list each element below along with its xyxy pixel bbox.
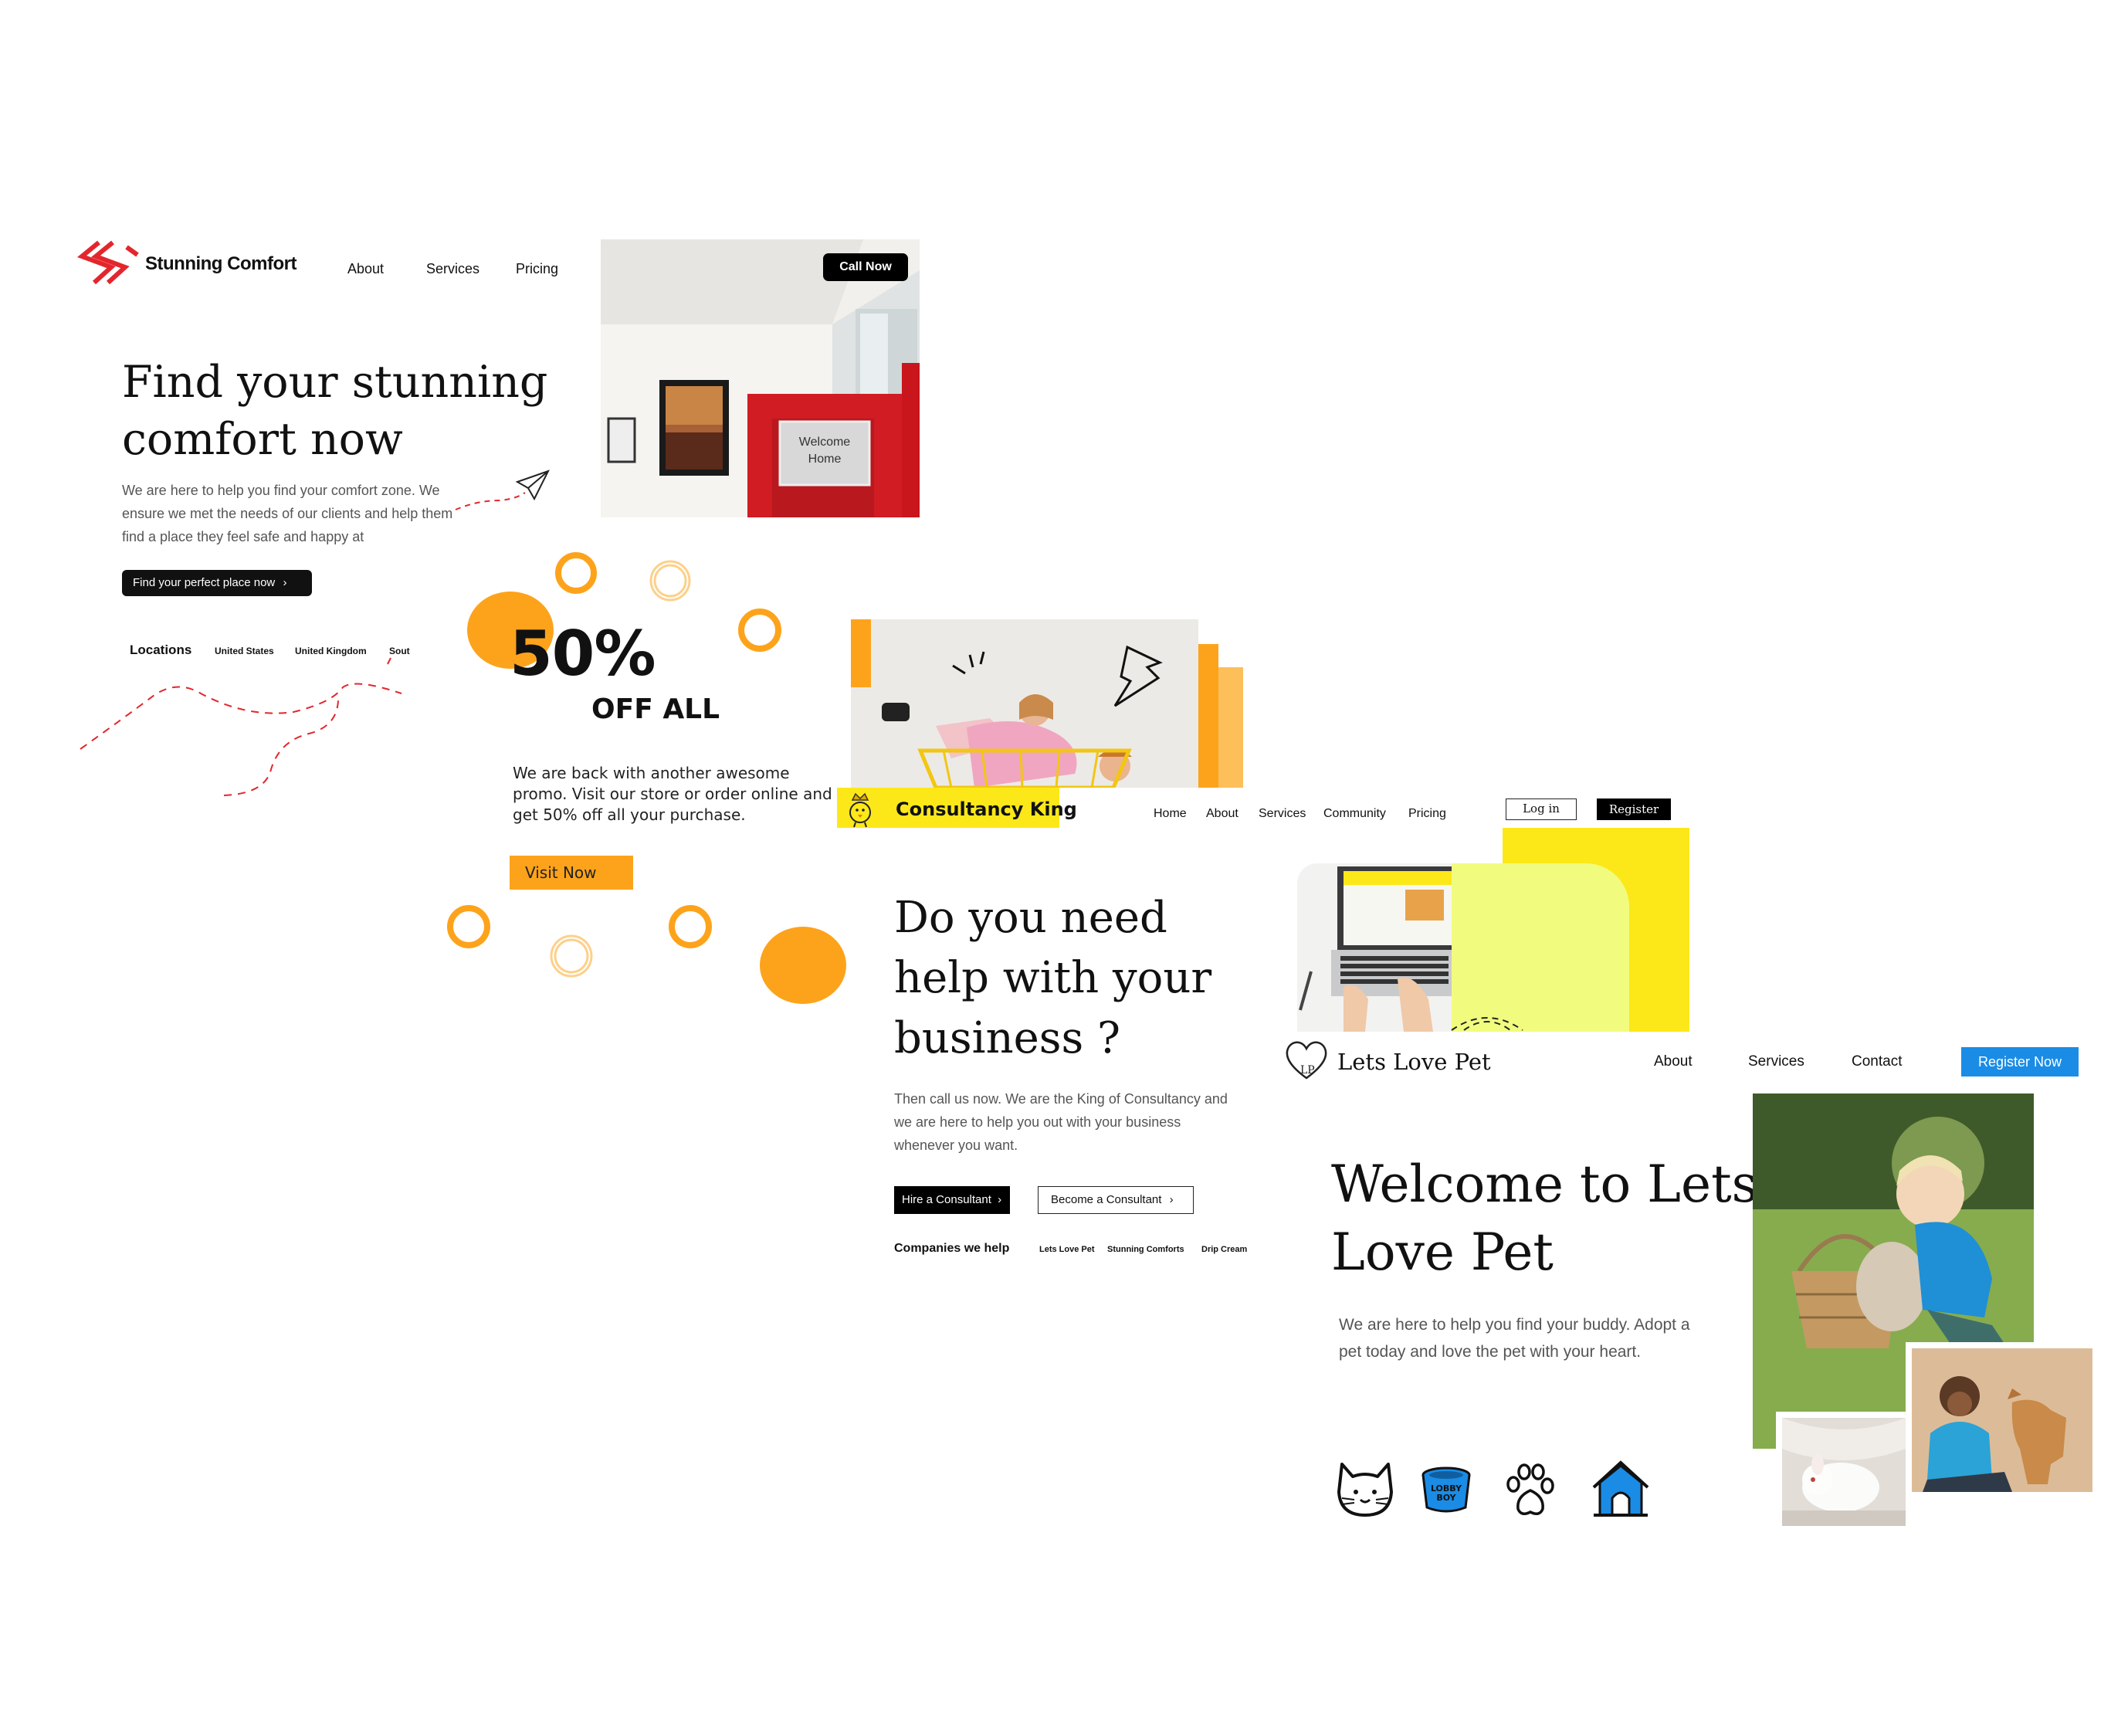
orange-accent-bar-light	[1218, 667, 1243, 788]
company-lets-love-pet[interactable]: Lets Love Pet	[1039, 1245, 1095, 1254]
hero-title: Do you need help with your business ?	[894, 893, 1212, 1063]
route-map-dashes	[80, 657, 402, 796]
location-south[interactable]: Sout	[389, 646, 410, 656]
cat-icon	[1337, 1463, 1393, 1517]
paw-icon	[1506, 1463, 1554, 1515]
nav-home[interactable]: Home	[1154, 807, 1187, 821]
brand-name[interactable]: Stunning Comfort	[145, 253, 296, 275]
welcome-home-sign: Welcome Home	[798, 436, 851, 466]
orange-accent-bar	[1198, 644, 1218, 788]
become-consultant-label: Become a Consultant	[1051, 1193, 1162, 1206]
chevron-right-icon: ›	[1169, 1193, 1174, 1206]
rabbit-photo	[1776, 1412, 1906, 1526]
hero-description: We are here to help you find your comfor…	[122, 483, 453, 544]
promo-discount: 50%	[510, 618, 656, 690]
nav-pricing[interactable]: Pricing	[1408, 807, 1446, 821]
hero-title: Find your stunning comfort now	[122, 357, 548, 465]
companies-label: Companies we help	[894, 1242, 1010, 1255]
location-united-kingdom[interactable]: United Kingdom	[295, 646, 367, 656]
chevron-right-icon: ›	[283, 576, 287, 589]
company-drip-cream[interactable]: Drip Cream	[1201, 1245, 1247, 1254]
nav-pricing[interactable]: Pricing	[516, 261, 558, 277]
hero-description: Then call us now. We are the King of Con…	[894, 1091, 1228, 1153]
register-now-button[interactable]: Register Now	[1961, 1047, 2079, 1077]
stunning-comfort-logo-icon[interactable]	[77, 239, 142, 286]
nav-about[interactable]: About	[1654, 1053, 1693, 1070]
brand-name[interactable]: Consultancy King	[896, 798, 1077, 820]
brand-name[interactable]: Lets Love Pet	[1337, 1049, 1491, 1075]
nav-about[interactable]: About	[1206, 807, 1238, 821]
dashed-arc	[1451, 1017, 1523, 1031]
promo-description: We are back with another awesome promo. …	[513, 764, 832, 824]
dog-house-icon	[1592, 1460, 1649, 1517]
find-place-button-label: Find your perfect place now	[133, 576, 276, 589]
visit-now-button[interactable]: Visit Now	[510, 856, 633, 890]
bowl-label: LOBBY BOY	[1430, 1483, 1462, 1503]
company-stunning-comforts[interactable]: Stunning Comforts	[1107, 1245, 1184, 1254]
chick-king-icon	[849, 792, 871, 828]
hire-consultant-label: Hire a Consultant	[902, 1193, 991, 1206]
nav-services[interactable]: Services	[1259, 807, 1306, 821]
call-now-button[interactable]: Call Now	[823, 253, 908, 281]
shopping-cart-photo	[851, 619, 1198, 788]
nav-services[interactable]: Services	[1748, 1053, 1804, 1070]
register-button[interactable]: Register	[1597, 798, 1671, 820]
hero-title: Welcome to Lets Love Pet	[1331, 1155, 1758, 1282]
hallway-photo: Welcome Home	[601, 239, 920, 517]
hire-consultant-button[interactable]: Hire a Consultant ›	[894, 1186, 1010, 1214]
svg-text:LP: LP	[1300, 1064, 1315, 1077]
nav-contact[interactable]: Contact	[1852, 1053, 1902, 1070]
hero-description: We are here to help you find your buddy.…	[1339, 1316, 1690, 1361]
nav-services[interactable]: Services	[426, 261, 479, 277]
heart-lp-logo-icon[interactable]: LP	[1282, 1035, 1331, 1084]
find-place-button[interactable]: Find your perfect place now ›	[122, 570, 312, 596]
become-consultant-button[interactable]: Become a Consultant ›	[1038, 1186, 1194, 1214]
nav-about[interactable]: About	[347, 261, 384, 277]
paper-plane-icon	[455, 470, 550, 510]
location-united-states[interactable]: United States	[215, 646, 274, 656]
laptop-photo	[1297, 863, 1452, 1032]
promo-off-label: OFF ALL	[591, 693, 720, 725]
chevron-right-icon: ›	[998, 1193, 1002, 1206]
lime-panel	[1444, 863, 1629, 1032]
locations-label: Locations	[130, 643, 192, 657]
login-button[interactable]: Log in	[1506, 798, 1577, 820]
woman-with-dog-photo	[1906, 1342, 2099, 1498]
nav-community[interactable]: Community	[1323, 807, 1386, 821]
